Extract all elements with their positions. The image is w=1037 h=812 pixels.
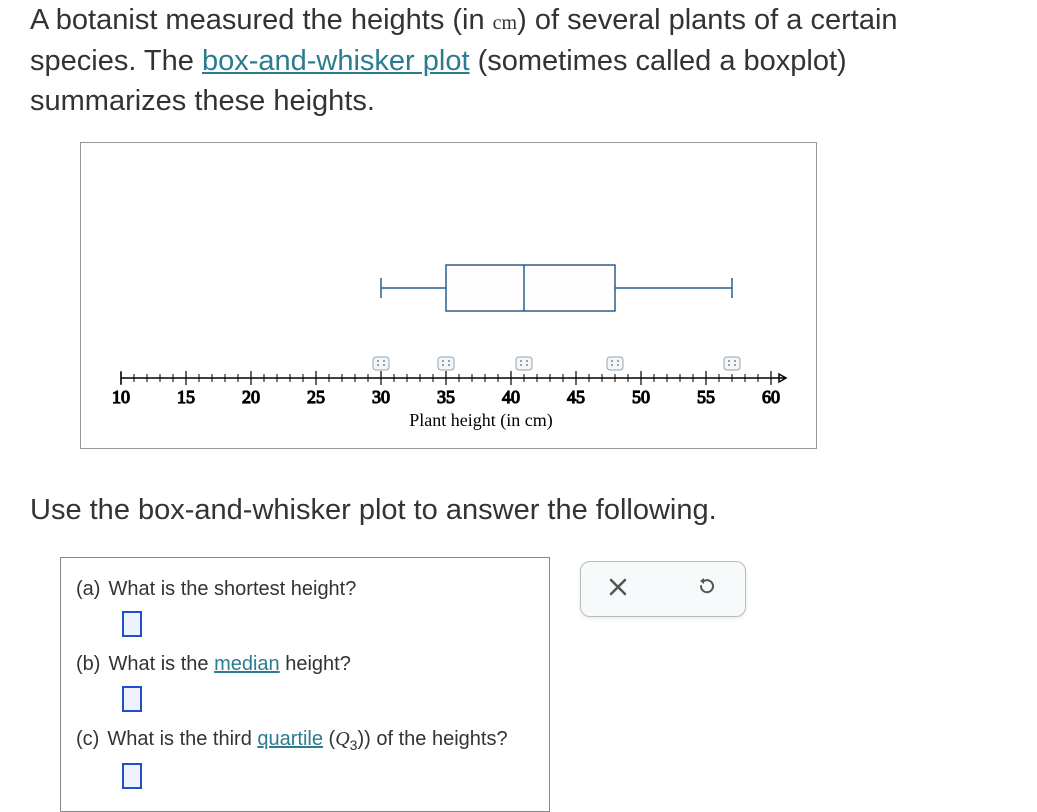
x-axis [121,372,786,384]
answer-input-b[interactable] [122,686,142,712]
drag-handle-icon[interactable] [607,357,623,370]
svg-text:50: 50 [632,387,650,407]
question-b: (b) What is the median height? [76,653,534,712]
svg-text:10: 10 [112,387,130,407]
controls-panel [580,561,746,617]
median-link[interactable]: median [214,653,280,675]
reset-button[interactable] [687,572,727,606]
marker-handles [373,357,740,370]
reset-icon [697,576,717,596]
question-label: (c) [76,728,99,751]
boxplot-link[interactable]: box-and-whisker plot [202,45,470,77]
chart-svg: 10 15 20 25 30 35 40 45 50 55 60 [81,143,816,448]
svg-text:40: 40 [502,387,520,407]
question-label: (a) [76,578,100,601]
instruction-text: Use the box-and-whisker plot to answer t… [30,494,1007,527]
quartile-link[interactable]: quartile [257,728,323,750]
boxplot-shape [381,265,732,311]
question-text: (Q3) [323,728,364,750]
question-text: height? [280,653,351,675]
questions-panel: (a) What is the shortest height? (b) Wha… [60,557,550,812]
drag-handle-icon[interactable] [724,357,740,370]
close-icon [609,578,627,596]
answer-input-c[interactable] [122,763,142,789]
x-axis-label: Plant height (in cm) [409,410,552,431]
svg-text:30: 30 [372,387,390,407]
clear-button[interactable] [599,572,637,606]
unit-cm: cm [493,12,517,34]
question-label: (b) [76,653,100,676]
svg-text:45: 45 [567,387,585,407]
drag-handle-icon[interactable] [516,357,532,370]
svg-text:25: 25 [307,387,325,407]
question-text: What is the shortest height? [108,578,356,601]
drag-handle-icon[interactable] [438,357,454,370]
svg-text:20: 20 [242,387,260,407]
answer-input-a[interactable] [122,611,142,637]
boxplot-chart: 10 15 20 25 30 35 40 45 50 55 60 [80,142,817,449]
question-text: What is the third [107,728,257,750]
text-segment: A botanist measured the heights (in [30,4,493,36]
question-a: (a) What is the shortest height? [76,578,534,637]
problem-statement: A botanist measured the heights (in cm) … [30,0,1007,122]
svg-text:15: 15 [177,387,195,407]
question-text: ) of the heights? [364,728,507,750]
svg-text:60: 60 [762,387,780,407]
question-text: What is the [108,653,214,675]
svg-text:55: 55 [697,387,715,407]
drag-handle-icon[interactable] [373,357,389,370]
svg-text:35: 35 [437,387,455,407]
question-c: (c) What is the third quartile (Q3)) of … [76,728,534,789]
